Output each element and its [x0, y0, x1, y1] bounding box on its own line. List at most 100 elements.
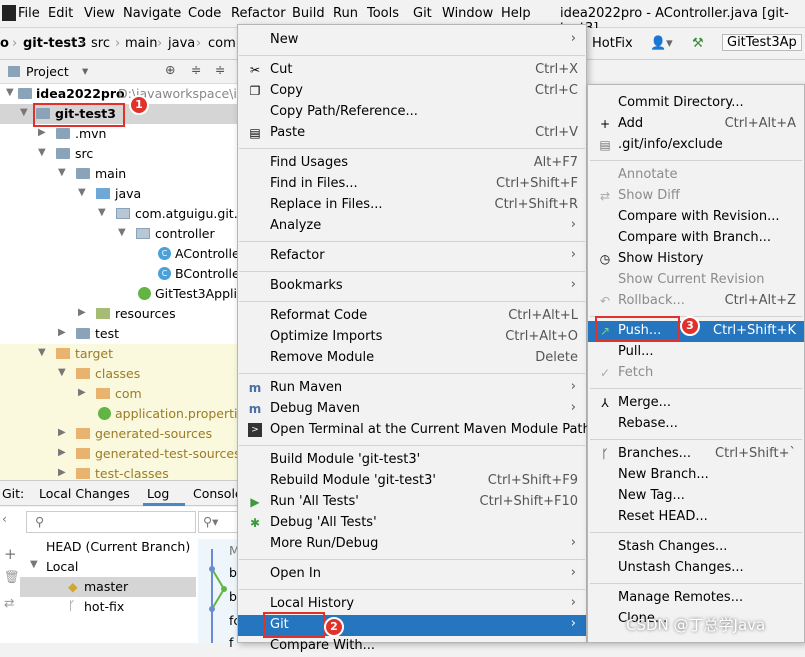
- branch-head[interactable]: HEAD (Current Branch): [20, 537, 196, 557]
- menu-item-copy-path[interactable]: Copy Path/Reference...: [238, 102, 586, 123]
- breadcrumb-item[interactable]: com: [208, 36, 236, 51]
- menu-item-refactor[interactable]: Refactor ›: [238, 246, 586, 267]
- git-item-show-current-revision[interactable]: Show Current Revision: [588, 270, 804, 291]
- menu-item-find-usages[interactable]: Find Usages Alt+F7: [238, 153, 586, 174]
- breadcrumb-item[interactable]: git-test3: [23, 36, 86, 51]
- tree-row[interactable]: ▼ classes: [0, 364, 240, 384]
- menu-item-run-all-tests[interactable]: ▶ Run 'All Tests' Ctrl+Shift+F10: [238, 492, 586, 513]
- git-item-rollback[interactable]: ↶ Rollback... Ctrl+Alt+Z: [588, 291, 804, 312]
- branch-item-hot-fix[interactable]: ᚴ hot-fix: [20, 597, 196, 617]
- menu-refactor[interactable]: Refactor: [231, 6, 286, 21]
- menu-navigate[interactable]: Navigate: [123, 6, 181, 21]
- menu-item-more-run-debug[interactable]: More Run/Debug ›: [238, 534, 586, 555]
- tree-row[interactable]: ▼ main: [0, 164, 240, 184]
- git-item-compare-branch[interactable]: Compare with Branch...: [588, 228, 804, 249]
- menu-item-remove-module[interactable]: Remove Module Delete: [238, 348, 586, 369]
- menu-item-copy[interactable]: ❐ Copy Ctrl+C: [238, 81, 586, 102]
- chevron-left-icon[interactable]: ‹: [2, 511, 7, 526]
- git-item-branches[interactable]: ᚴ Branches... Ctrl+Shift+`: [588, 444, 804, 465]
- user-icon[interactable]: 👤▾: [650, 36, 673, 51]
- menu-item-replace-in-files[interactable]: Replace in Files... Ctrl+Shift+R: [238, 195, 586, 216]
- menu-item-new[interactable]: New ›: [238, 30, 586, 51]
- breadcrumb-item[interactable]: src: [91, 36, 110, 51]
- tree-row[interactable]: ▶ generated-sources: [0, 424, 240, 444]
- git-item-pull[interactable]: Pull...: [588, 342, 804, 363]
- chevron-down-icon[interactable]: ▾: [82, 63, 88, 78]
- collapse-all-icon[interactable]: ≑: [215, 62, 225, 77]
- tree-row[interactable]: ▼ com.atguigu.git.te: [0, 204, 240, 224]
- menu-help[interactable]: Help: [501, 6, 531, 21]
- tree-row[interactable]: ▶ test-classes: [0, 464, 240, 480]
- tab-log[interactable]: Log: [147, 486, 169, 501]
- tree-row[interactable]: ▶ resources: [0, 304, 240, 324]
- project-view-title[interactable]: Project: [26, 64, 69, 79]
- tree-row[interactable]: ▼ target: [0, 344, 240, 364]
- menu-build[interactable]: Build: [292, 6, 325, 21]
- git-item-merge[interactable]: ⅄ Merge...: [588, 393, 804, 414]
- tree-row[interactable]: ▶ test: [0, 324, 240, 344]
- menu-item-debug-all-tests[interactable]: ✱ Debug 'All Tests': [238, 513, 586, 534]
- tree-row[interactable]: C BControlle: [0, 264, 240, 284]
- breadcrumb-item[interactable]: java: [168, 36, 195, 51]
- git-item-fetch[interactable]: ✓ Fetch: [588, 363, 804, 384]
- git-item-show-diff[interactable]: ⇄ Show Diff: [588, 186, 804, 207]
- menu-item-reformat-code[interactable]: Reformat Code Ctrl+Alt+L: [238, 306, 586, 327]
- tree-row[interactable]: C AControlle: [0, 244, 240, 264]
- menu-edit[interactable]: Edit: [48, 6, 73, 21]
- log-search-input[interactable]: ⚲▾: [198, 511, 240, 533]
- menu-item-cut[interactable]: ✂ Cut Ctrl+X: [238, 60, 586, 81]
- tab-local-changes[interactable]: Local Changes: [39, 486, 130, 501]
- menu-item-bookmarks[interactable]: Bookmarks ›: [238, 276, 586, 297]
- menu-item-run-maven[interactable]: m Run Maven ›: [238, 378, 586, 399]
- delete-icon[interactable]: 🗑: [4, 569, 20, 585]
- tree-row[interactable]: ▼ java: [0, 184, 240, 204]
- git-item-annotate[interactable]: Annotate: [588, 165, 804, 186]
- locate-icon[interactable]: ⊕: [165, 62, 175, 77]
- menu-item-analyze[interactable]: Analyze ›: [238, 216, 586, 237]
- expand-all-icon[interactable]: ≑: [191, 62, 201, 77]
- tree-row[interactable]: ▶ generated-test-sources: [0, 444, 240, 464]
- menu-item-paste[interactable]: ▤ Paste Ctrl+V: [238, 123, 586, 144]
- menu-tools[interactable]: Tools: [367, 6, 399, 21]
- git-item-show-history[interactable]: ◷ Show History: [588, 249, 804, 270]
- compare-icon[interactable]: ⇄: [4, 595, 14, 610]
- git-item-unstash[interactable]: Unstash Changes...: [588, 558, 804, 579]
- branch-search-input[interactable]: ⚲: [26, 511, 196, 533]
- git-item-new-branch[interactable]: New Branch...: [588, 465, 804, 486]
- tree-row[interactable]: application.propertie: [0, 404, 240, 424]
- menu-view[interactable]: View: [84, 6, 115, 21]
- git-item-rebase[interactable]: Rebase...: [588, 414, 804, 435]
- tree-row[interactable]: ▶ .mvn: [0, 124, 240, 144]
- git-item-stash[interactable]: Stash Changes...: [588, 537, 804, 558]
- menu-item-optimize-imports[interactable]: Optimize Imports Ctrl+Alt+O: [238, 327, 586, 348]
- git-item-add[interactable]: + Add Ctrl+Alt+A: [588, 114, 804, 135]
- branch-group-local[interactable]: ▼ Local: [20, 557, 196, 577]
- build-hammer-icon[interactable]: ⚒: [692, 36, 704, 51]
- tree-row[interactable]: ▼ src: [0, 144, 240, 164]
- git-item-manage-remotes[interactable]: Manage Remotes...: [588, 588, 804, 609]
- plus-icon[interactable]: +: [4, 545, 17, 563]
- tree-row-root[interactable]: ▼ idea2022pro D:\javaworkspace\ide: [0, 84, 240, 104]
- git-item-reset-head[interactable]: Reset HEAD...: [588, 507, 804, 528]
- git-item-compare-revision[interactable]: Compare with Revision...: [588, 207, 804, 228]
- menu-code[interactable]: Code: [188, 6, 221, 21]
- menu-item-open-terminal-maven[interactable]: > Open Terminal at the Current Maven Modu…: [238, 420, 591, 441]
- menu-item-find-in-files[interactable]: Find in Files... Ctrl+Shift+F: [238, 174, 586, 195]
- tree-row[interactable]: ▼ controller: [0, 224, 240, 244]
- branch-widget[interactable]: HotFix: [592, 36, 633, 51]
- menu-item-rebuild-module[interactable]: Rebuild Module 'git-test3' Ctrl+Shift+F9: [238, 471, 586, 492]
- menu-item-build-module[interactable]: Build Module 'git-test3': [238, 450, 586, 471]
- git-item-exclude[interactable]: ▤ .git/info/exclude: [588, 135, 804, 156]
- breadcrumb-item[interactable]: main: [125, 36, 157, 51]
- menu-run[interactable]: Run: [333, 6, 358, 21]
- breadcrumb-item[interactable]: o: [0, 36, 9, 51]
- branch-item-master[interactable]: ◆ master: [20, 577, 196, 597]
- tree-row[interactable]: ▶ com: [0, 384, 240, 404]
- menu-git[interactable]: Git: [413, 6, 432, 21]
- tab-console[interactable]: Console: [193, 486, 243, 501]
- menu-item-debug-maven[interactable]: m Debug Maven ›: [238, 399, 586, 420]
- menu-file[interactable]: File: [18, 6, 40, 21]
- menu-window[interactable]: Window: [442, 6, 493, 21]
- git-item-commit-directory[interactable]: Commit Directory...: [588, 93, 804, 114]
- git-item-new-tag[interactable]: New Tag...: [588, 486, 804, 507]
